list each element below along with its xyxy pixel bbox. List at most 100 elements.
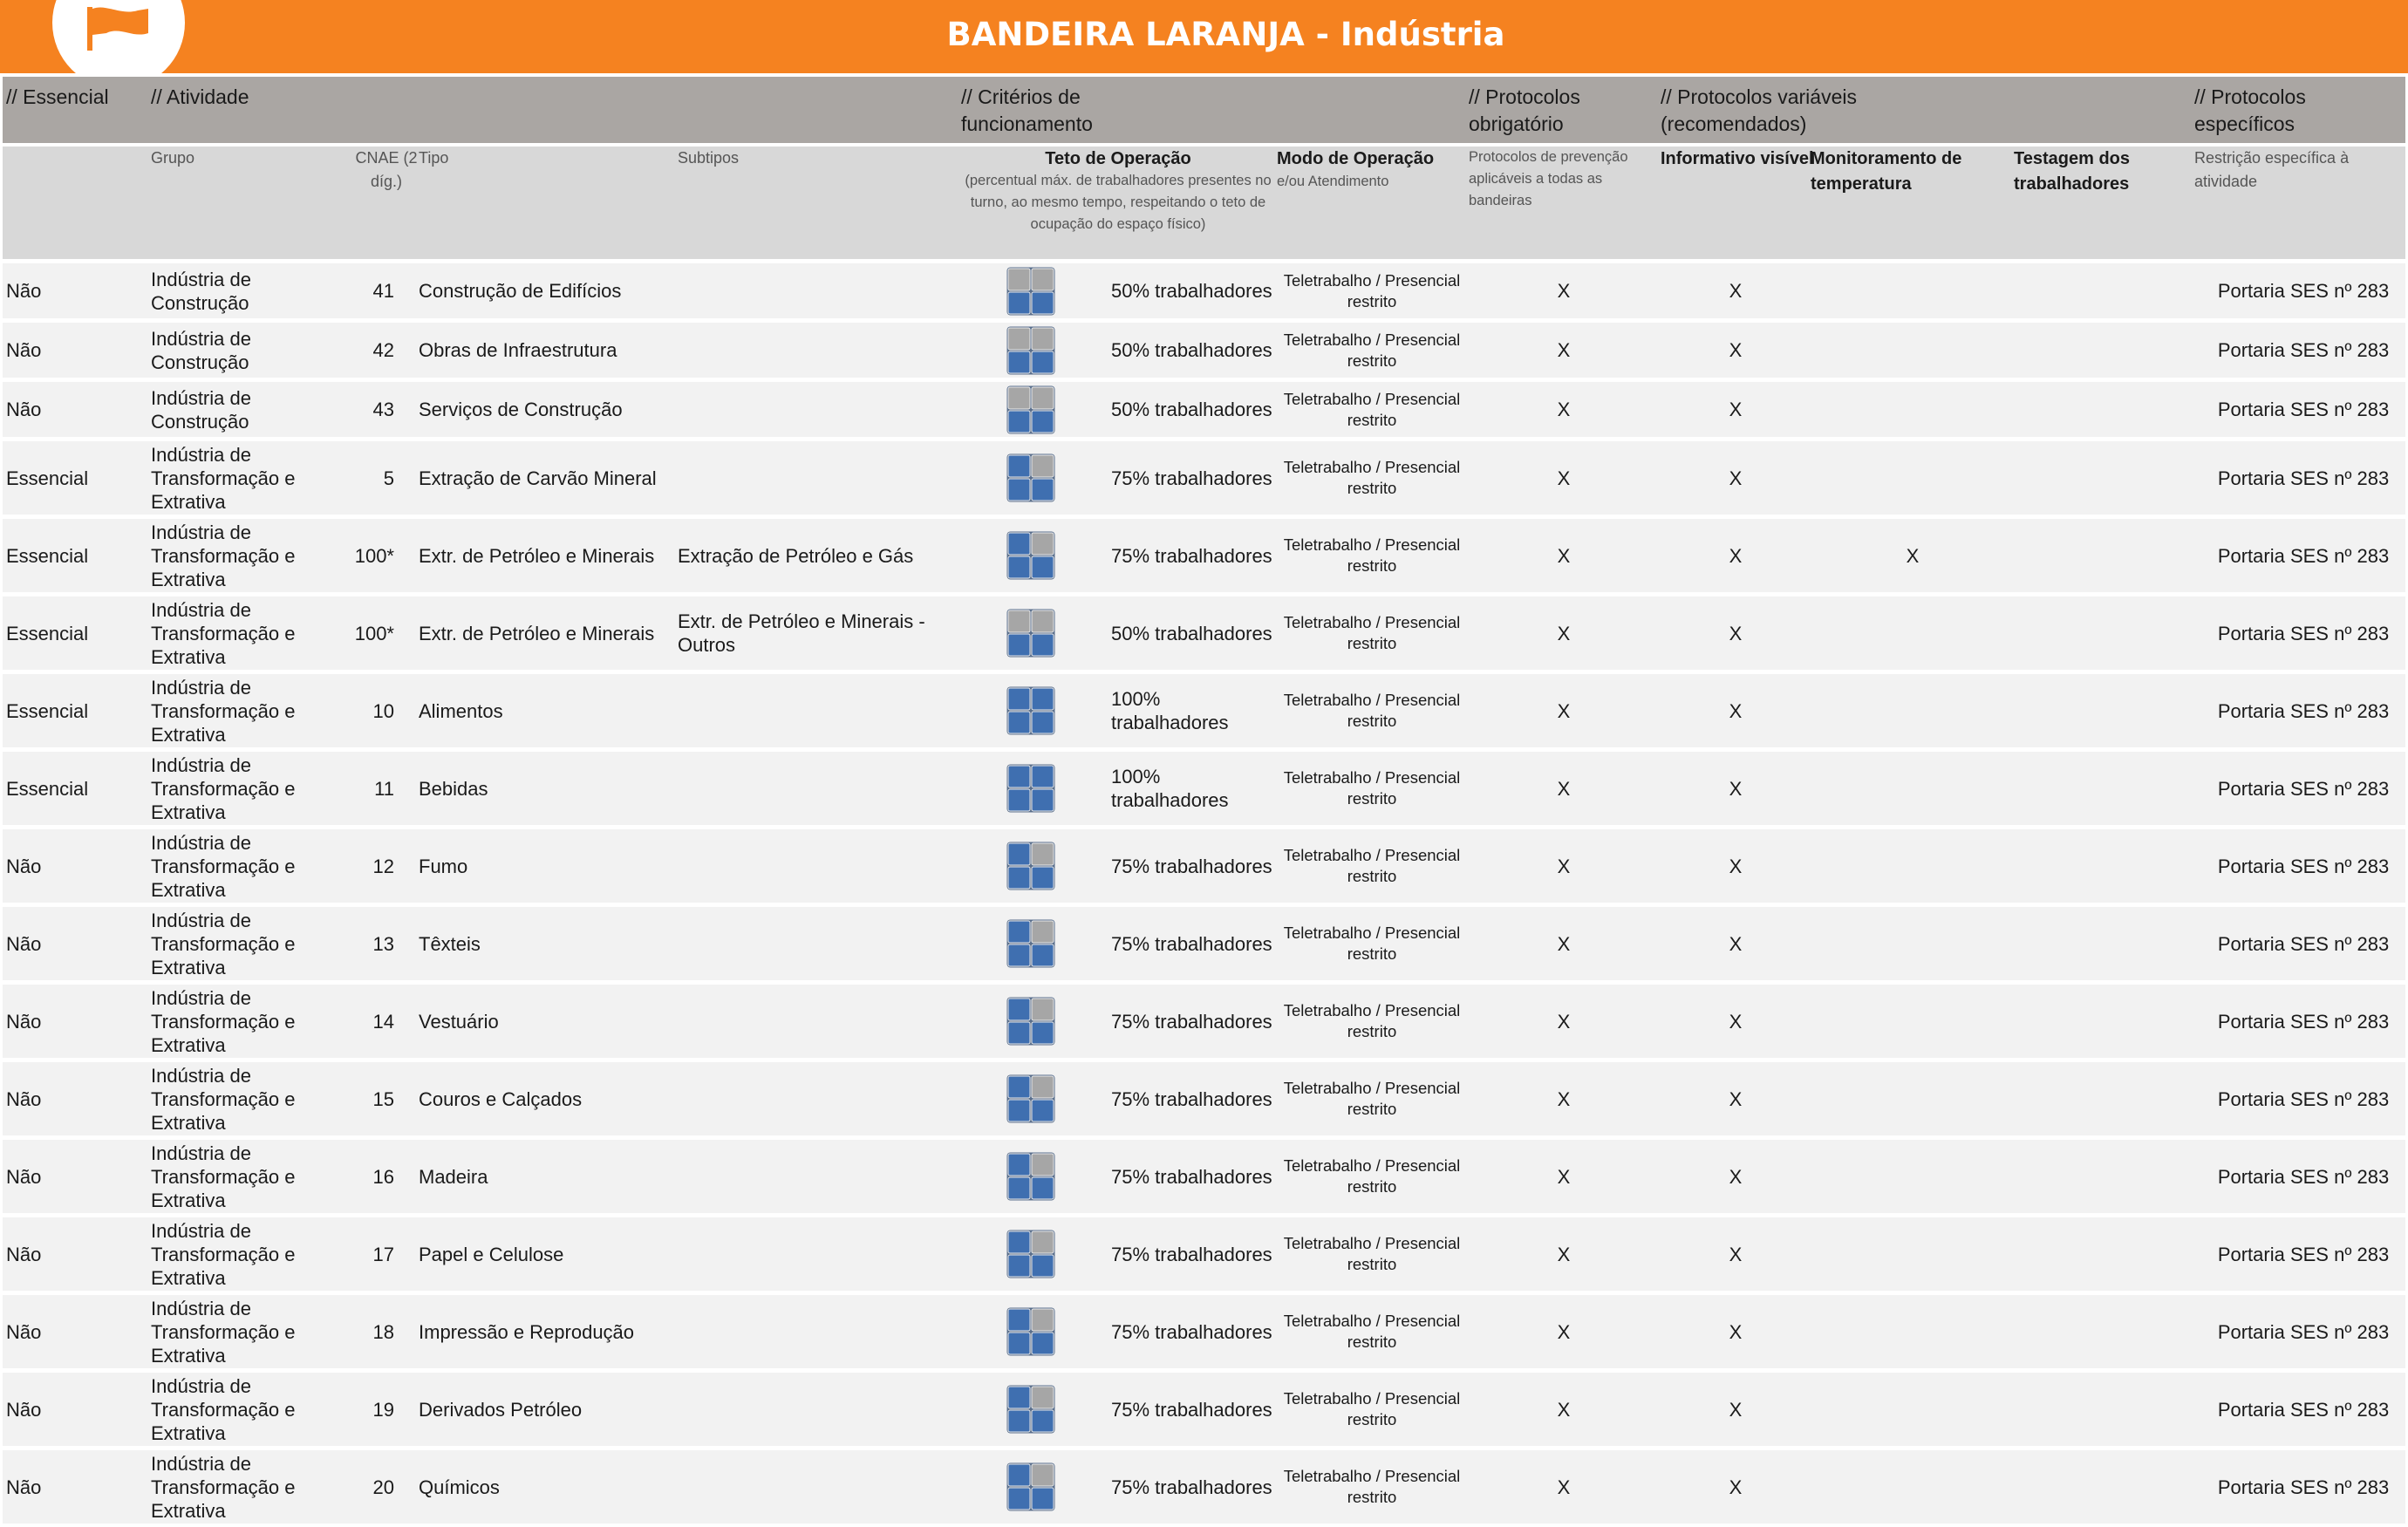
capacity-icon <box>1002 674 1060 747</box>
essencial-cell: Não <box>6 1320 42 1343</box>
grupo-cell: Indústria de Transformação e Extrativa <box>151 521 296 590</box>
banner: BANDEIRA LARANJA - Indústria <box>0 0 2408 89</box>
restricao-cell: Portaria SES nº 283 <box>2217 699 2390 722</box>
informativo-cell: X <box>1729 1476 1743 1498</box>
modo-cell: Teletrabalho / Presencial restrito <box>1283 389 1461 429</box>
subtipo-cell <box>678 441 939 515</box>
essencial-cell: Não <box>6 1398 42 1421</box>
capacity-icon <box>1002 441 1060 515</box>
capacity-icon <box>1002 323 1060 378</box>
capacity-icon <box>1002 907 1060 980</box>
restricao-cell: Portaria SES nº 283 <box>2217 855 2390 877</box>
table-row: Não Indústria de Transformação e Extrati… <box>3 1295 2405 1368</box>
modo-cell: Teletrabalho / Presencial restrito <box>1283 924 1461 963</box>
subtipo-cell <box>678 674 939 747</box>
testagem-cell <box>2014 1373 2188 1446</box>
subtipo-cell: Extr. de Petróleo e Minerais - Outros <box>678 610 925 656</box>
grupo-cell: Indústria de Transformação e Extrativa <box>151 1297 296 1367</box>
informativo-cell: X <box>1729 932 1743 955</box>
cnae-cell: 13 <box>372 932 394 955</box>
informativo-cell: X <box>1729 777 1743 800</box>
prevencao-cell: X <box>1557 1243 1571 1265</box>
prevencao-cell: X <box>1557 932 1571 955</box>
essencial-cell: Não <box>6 339 42 361</box>
col-subtipos: Subtipos <box>678 149 740 167</box>
capacity-icon <box>1002 1373 1060 1446</box>
modo-cell: Teletrabalho / Presencial restrito <box>1283 768 1461 808</box>
col-grupo: Grupo <box>151 149 195 167</box>
prevencao-cell: X <box>1557 699 1571 722</box>
essencial-cell: Não <box>6 1476 42 1498</box>
modo-cell: Teletrabalho / Presencial restrito <box>1283 1079 1461 1118</box>
grupo-cell: Indústria de Transformação e Extrativa <box>151 1142 296 1211</box>
prevencao-cell: X <box>1557 622 1571 644</box>
cnae-cell: 10 <box>372 699 394 722</box>
essencial-cell: Não <box>6 1243 42 1265</box>
cnae-cell: 14 <box>372 1010 394 1033</box>
section-protocolos-especificos: // Protocolos específicos <box>2194 85 2306 135</box>
restricao-cell: Portaria SES nº 283 <box>2217 399 2390 420</box>
modo-cell: Teletrabalho / Presencial restrito <box>1283 613 1461 652</box>
grupo-cell: Indústria de Transformação e Extrativa <box>151 598 296 668</box>
testagem-cell <box>2014 1295 2188 1368</box>
tipo-cell: Fumo <box>419 855 468 877</box>
prevencao-cell: X <box>1557 1010 1571 1033</box>
informativo-cell: X <box>1729 699 1743 722</box>
prevencao-cell: X <box>1557 1087 1571 1110</box>
table-row: Não Indústria de Transformação e Extrati… <box>3 829 2405 903</box>
capacity-icon <box>1002 596 1060 670</box>
monitoramento-cell <box>1869 674 1956 747</box>
cnae-cell: 41 <box>372 280 394 302</box>
cnae-cell: 42 <box>372 339 394 361</box>
table-row: Não Indústria de Construção 42 Obras de … <box>3 323 2405 378</box>
table-row: Essencial Indústria de Transformação e E… <box>3 752 2405 825</box>
teto-cell: 75% trabalhadores <box>1111 1243 1272 1265</box>
col-monitoramento: Monitoramento de temperatura <box>1811 149 1962 194</box>
subtipo-cell <box>678 263 939 318</box>
section-protocolos-obrigatorio: // Protocolos obrigatório <box>1469 85 1580 135</box>
col-prevencao: Protocolos de prevenção aplicáveis a tod… <box>1469 149 1628 208</box>
testagem-cell <box>2014 1062 2188 1135</box>
prevencao-cell: X <box>1557 1320 1571 1343</box>
subtipo-cell <box>678 323 939 378</box>
subtipo-cell <box>678 1373 939 1446</box>
prevencao-cell: X <box>1557 339 1571 361</box>
modo-cell: Teletrabalho / Presencial restrito <box>1283 691 1461 730</box>
grupo-cell: Indústria de Construção <box>151 327 251 373</box>
table-row: Essencial Indústria de Transformação e E… <box>3 519 2405 592</box>
essencial-cell: Não <box>6 855 42 877</box>
tipo-cell: Derivados Petróleo <box>419 1398 583 1421</box>
cnae-cell: 100* <box>354 622 394 644</box>
essencial-cell: Não <box>6 1165 42 1188</box>
cnae-cell: 20 <box>372 1476 394 1498</box>
teto-cell: 50% trabalhadores <box>1111 622 1272 644</box>
teto-cell: 75% trabalhadores <box>1111 1320 1272 1343</box>
cnae-cell: 100* <box>354 544 394 567</box>
restricao-cell: Portaria SES nº 283 <box>2217 544 2390 567</box>
informativo-cell: X <box>1729 1165 1743 1188</box>
tipo-cell: Obras de Infraestrutura <box>419 339 617 361</box>
restricao-cell: Portaria SES nº 283 <box>2217 339 2390 361</box>
grupo-cell: Indústria de Transformação e Extrativa <box>151 753 296 823</box>
teto-cell: 50% trabalhadores <box>1111 280 1272 302</box>
informativo-cell: X <box>1729 399 1743 420</box>
col-restricao: Restrição específica à atividade <box>2194 149 2350 190</box>
table-row: Não Indústria de Transformação e Extrati… <box>3 1450 2405 1524</box>
capacity-icon <box>1002 1062 1060 1135</box>
tipo-cell: Impressão e Reprodução <box>419 1320 635 1343</box>
col-teto: Teto de Operação <box>1045 149 1191 168</box>
prevencao-cell: X <box>1557 855 1571 877</box>
testagem-cell <box>2014 1450 2188 1524</box>
table-row: Não Indústria de Construção 43 Serviços … <box>3 382 2405 437</box>
tipo-cell: Extr. de Petróleo e Minerais <box>419 622 655 644</box>
subtipo-cell <box>678 382 939 437</box>
grupo-cell: Indústria de Transformação e Extrativa <box>151 676 296 746</box>
restricao-cell: Portaria SES nº 283 <box>2217 1010 2390 1033</box>
essencial-cell: Não <box>6 932 42 955</box>
section-protocolos-variaveis: // Protocolos variáveis (recomendados) <box>1661 85 1857 135</box>
monitoramento-cell <box>1869 263 1956 318</box>
teto-cell: 75% trabalhadores <box>1111 1476 1272 1498</box>
teto-cell: 75% trabalhadores <box>1111 467 1272 489</box>
modo-cell: Teletrabalho / Presencial restrito <box>1283 330 1461 370</box>
monitoramento-cell <box>1869 985 1956 1058</box>
